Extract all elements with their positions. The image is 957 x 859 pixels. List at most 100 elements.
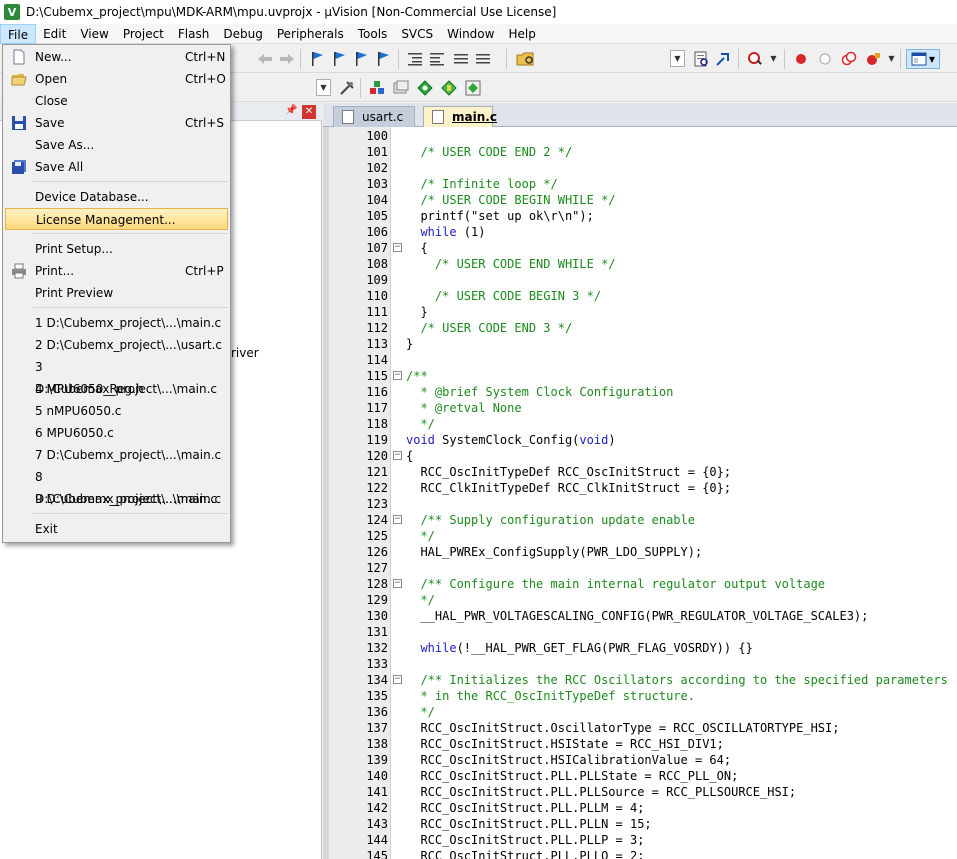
recent-file-4[interactable]: 4 MPU6050_Reg.h <box>5 378 228 400</box>
close-panel-icon[interactable]: ✕ <box>302 105 316 119</box>
code-line[interactable]: 107− { <box>323 240 957 256</box>
code-line[interactable]: 126 HAL_PWREx_ConfigSupply(PWR_LDO_SUPPL… <box>323 544 957 560</box>
incremental-find-icon[interactable] <box>692 50 710 68</box>
file-print-setup[interactable]: Print Setup... <box>5 238 228 260</box>
code-line[interactable]: 112 /* USER CODE END 3 */ <box>323 320 957 336</box>
indent-icon[interactable] <box>406 50 424 68</box>
file-open[interactable]: Open Ctrl+O <box>5 68 228 90</box>
code-line[interactable]: 134− /** Initializes the RCC Oscillators… <box>323 672 957 688</box>
file-device-database[interactable]: Device Database... <box>5 186 228 208</box>
find-in-files-icon[interactable] <box>516 50 534 68</box>
code-line[interactable]: 143 RCC_OscInitStruct.PLL.PLLN = 15; <box>323 816 957 832</box>
file-close[interactable]: Close <box>5 90 228 112</box>
project-tree-item[interactable]: river <box>231 346 259 360</box>
comment-selection-icon[interactable] <box>452 50 470 68</box>
code-line[interactable]: 138 RCC_OscInitStruct.HSIState = RCC_HSI… <box>323 736 957 752</box>
code-line[interactable]: 120−{ <box>323 448 957 464</box>
recent-file-8[interactable]: 8 D:\Cubemax_project\...\main.c <box>5 466 228 506</box>
debug-dropdown-arrow[interactable]: ▼ <box>766 50 781 67</box>
code-line[interactable]: 141 RCC_OscInitStruct.PLL.PLLSource = RC… <box>323 784 957 800</box>
code-line[interactable]: 125 */ <box>323 528 957 544</box>
menu-project[interactable]: Project <box>116 24 171 44</box>
recent-file-7[interactable]: 7 D:\Cubemx_project\...\main.c <box>5 444 228 466</box>
prev-bookmark-icon[interactable] <box>330 50 348 68</box>
code-line[interactable]: 113} <box>323 336 957 352</box>
code-line[interactable]: 129 */ <box>323 592 957 608</box>
code-editor[interactable]: 100 101 /* USER CODE END 2 */102 103 /* In… <box>323 127 957 859</box>
find-dropdown-arrow[interactable]: ▼ <box>670 50 685 67</box>
manage-run-time-environment-icon[interactable] <box>416 79 434 97</box>
code-line[interactable]: 124− /** Supply configuration update ena… <box>323 512 957 528</box>
code-line[interactable]: 137 RCC_OscInitStruct.OscillatorType = R… <box>323 720 957 736</box>
navigate-back-icon[interactable] <box>256 50 274 68</box>
manage-project-items-icon[interactable] <box>368 79 386 97</box>
code-line[interactable]: 136 */ <box>323 704 957 720</box>
fold-toggle-icon[interactable]: − <box>393 675 402 684</box>
code-line[interactable]: 110 /* USER CODE BEGIN 3 */ <box>323 288 957 304</box>
pack-installer-icon[interactable] <box>440 79 458 97</box>
unindent-icon[interactable] <box>428 50 446 68</box>
bookmark-flag-icon[interactable] <box>308 50 326 68</box>
code-line[interactable]: 127 <box>323 560 957 576</box>
disable-all-breakpoints-icon[interactable] <box>840 50 858 68</box>
code-line[interactable]: 144 RCC_OscInitStruct.PLL.PLLP = 3; <box>323 832 957 848</box>
code-line[interactable]: 105 printf("set up ok\r\n"); <box>323 208 957 224</box>
fold-toggle-icon[interactable]: − <box>393 451 402 460</box>
code-line[interactable]: 117 * @retval None <box>323 400 957 416</box>
code-line[interactable]: 133 <box>323 656 957 672</box>
code-line[interactable]: 100 <box>323 128 957 144</box>
fold-toggle-icon[interactable]: − <box>393 515 402 524</box>
code-line[interactable]: 128− /** Configure the main internal reg… <box>323 576 957 592</box>
software-packs-icon[interactable] <box>464 79 482 97</box>
file-license-management[interactable]: License Management... <box>5 208 228 230</box>
file-print[interactable]: Print... Ctrl+P <box>5 260 228 282</box>
configure-icon[interactable] <box>714 50 732 68</box>
fold-toggle-icon[interactable]: − <box>393 579 402 588</box>
fold-toggle-icon[interactable]: − <box>393 243 402 252</box>
pin-icon[interactable]: 📌 <box>285 105 297 117</box>
navigate-forward-icon[interactable] <box>278 50 296 68</box>
clear-bookmarks-icon[interactable] <box>374 50 392 68</box>
code-line[interactable]: 135 * in the RCC_OscInitTypeDef structur… <box>323 688 957 704</box>
insert-breakpoint-icon[interactable] <box>792 50 810 68</box>
recent-file-1[interactable]: 1 D:\Cubemx_project\...\main.c <box>5 312 228 334</box>
file-new[interactable]: New... Ctrl+N <box>5 46 228 68</box>
code-line[interactable]: 130 __HAL_PWR_VOLTAGESCALING_CONFIG(PWR_… <box>323 608 957 624</box>
code-line[interactable]: 118 */ <box>323 416 957 432</box>
menu-svcs[interactable]: SVCS <box>394 24 440 44</box>
recent-file-3[interactable]: 3 D:\Cubemax_project\...\main.c <box>5 356 228 396</box>
file-save-as[interactable]: Save As... <box>5 134 228 156</box>
target-dropdown-arrow[interactable]: ▼ <box>316 79 331 96</box>
code-line[interactable]: 132 while(!__HAL_PWR_GET_FLAG(PWR_FLAG_V… <box>323 640 957 656</box>
file-save[interactable]: Save Ctrl+S <box>5 112 228 134</box>
code-line[interactable]: 108 /* USER CODE END WHILE */ <box>323 256 957 272</box>
code-line[interactable]: 123 <box>323 496 957 512</box>
code-line[interactable]: 140 RCC_OscInitStruct.PLL.PLLState = RCC… <box>323 768 957 784</box>
code-line[interactable]: 139 RCC_OscInitStruct.HSICalibrationValu… <box>323 752 957 768</box>
uncomment-selection-icon[interactable] <box>474 50 492 68</box>
fold-toggle-icon[interactable]: − <box>393 371 402 380</box>
code-line[interactable]: 102 <box>323 160 957 176</box>
tab-main-c[interactable]: main.c <box>423 106 497 127</box>
code-line[interactable]: 142 RCC_OscInitStruct.PLL.PLLM = 4; <box>323 800 957 816</box>
code-line[interactable]: 106 while (1) <box>323 224 957 240</box>
recent-file-5[interactable]: 5 nMPU6050.c <box>5 400 228 422</box>
code-line[interactable]: 114 <box>323 352 957 368</box>
menu-peripherals[interactable]: Peripherals <box>270 24 351 44</box>
file-print-preview[interactable]: Print Preview <box>5 282 228 304</box>
kill-all-breakpoints-icon[interactable] <box>864 50 882 68</box>
start-debug-icon[interactable] <box>746 50 764 68</box>
code-line[interactable]: 122 RCC_ClkInitTypeDef RCC_ClkInitStruct… <box>323 480 957 496</box>
menu-flash[interactable]: Flash <box>171 24 216 44</box>
menu-window[interactable]: Window <box>440 24 501 44</box>
tab-usart-c[interactable]: usart.c <box>333 106 415 127</box>
menu-help[interactable]: Help <box>501 24 542 44</box>
code-line[interactable]: 116 * @brief System Clock Configuration <box>323 384 957 400</box>
options-for-target-icon[interactable] <box>338 79 356 97</box>
code-line[interactable]: 104 /* USER CODE BEGIN WHILE */ <box>323 192 957 208</box>
code-line[interactable]: 109 <box>323 272 957 288</box>
file-exit[interactable]: Exit <box>5 518 228 540</box>
code-line[interactable]: 101 /* USER CODE END 2 */ <box>323 144 957 160</box>
breakpoint-dropdown-arrow[interactable]: ▼ <box>884 50 899 67</box>
code-line[interactable]: 145 RCC_OscInitStruct.PLL.PLLQ = 2; <box>323 848 957 859</box>
